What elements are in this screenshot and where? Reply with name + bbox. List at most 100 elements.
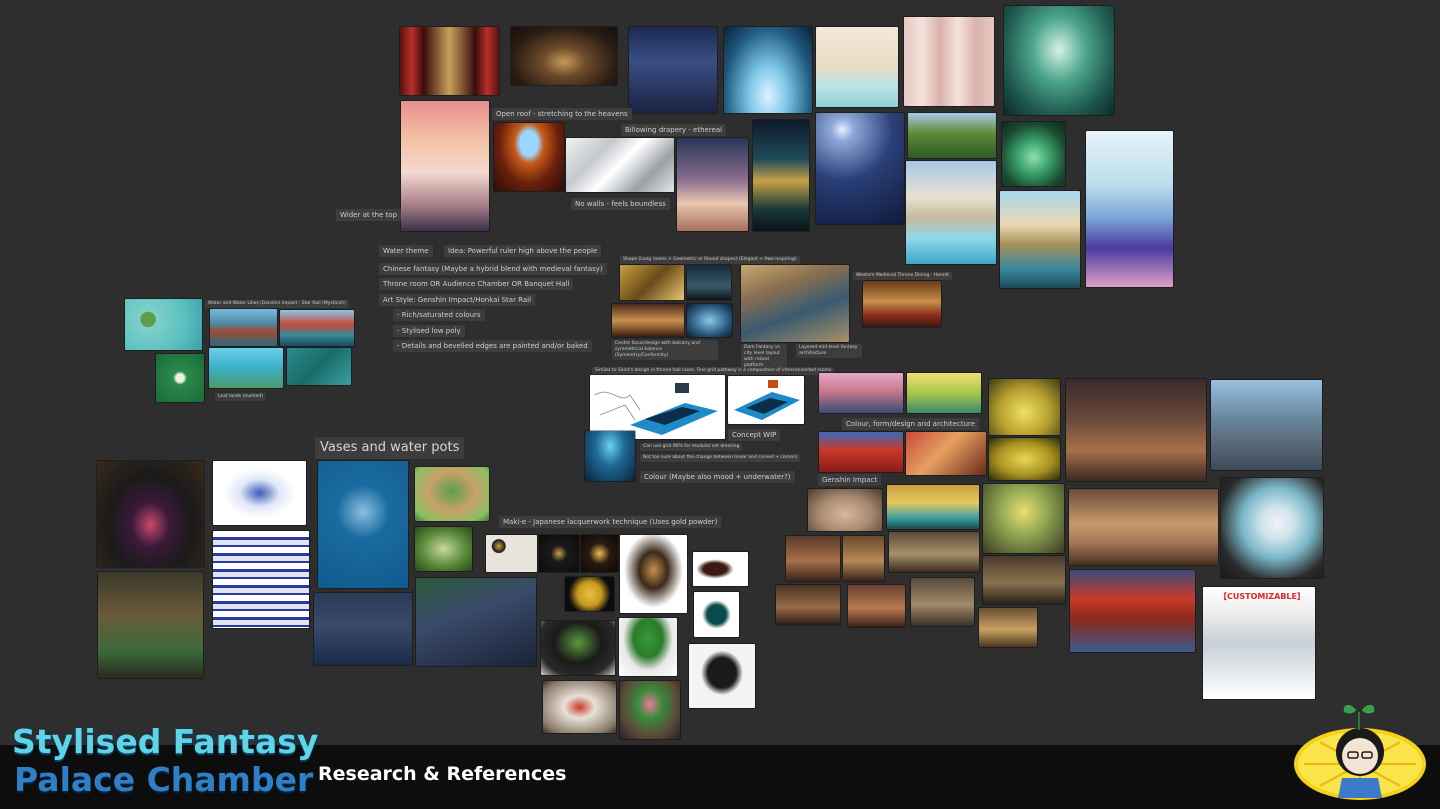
title-line-1: Stylised Fantasy — [12, 722, 319, 761]
wood-room-h-image — [979, 608, 1037, 647]
note-leaf-lands: Leaf lands (marked) — [215, 393, 267, 401]
painted-fishbowl-image — [620, 535, 687, 613]
moonlit-ruins-image — [816, 113, 904, 224]
gold-room-2-image — [989, 438, 1060, 480]
golden-pool-room-image — [887, 485, 979, 529]
wood-room-a-image — [786, 536, 840, 581]
lacquer-bowl-image — [539, 535, 579, 572]
floating-island-poster-image — [1086, 131, 1173, 287]
note-concept-wip: Concept WIP — [728, 429, 781, 441]
blue-chamber-image — [687, 304, 732, 337]
wood-room-d-image — [983, 556, 1065, 604]
black-planter-bowl-image — [541, 621, 615, 675]
note-colour-form: Colour, form/design and architecture — [842, 418, 980, 430]
note-concept-caption: Similar to Saint's design in throne hall… — [592, 367, 835, 375]
star-rail-courtyard-image — [1211, 380, 1322, 470]
blue-white-pot-image — [213, 461, 306, 525]
red-pillar-hall-image — [1070, 570, 1195, 652]
black-cloisonne-vase-image — [97, 461, 204, 567]
note-city-caption2: Layered mid-level fantasy architecture — [796, 344, 862, 358]
red-palace-hall-image — [400, 27, 499, 95]
golden-hall-image — [620, 265, 684, 300]
note-wider-top: Wider at the top — [336, 209, 402, 221]
round-platform-image — [808, 489, 882, 531]
note-maki-e: Maki-e - Japanese lacquerwork technique … — [499, 516, 722, 528]
banquet-hall-image — [612, 304, 684, 337]
star-rail-girl-pot-image — [98, 572, 203, 678]
green-lit-room-image — [983, 484, 1064, 553]
yellow-green-city-image — [907, 373, 981, 413]
green-circular-garden-image — [1002, 122, 1065, 186]
folding-screen-product-image — [1203, 587, 1315, 699]
moodboard-canvas: Open roof - stretching to the heavens Bi… — [0, 0, 1440, 745]
wood-hall-image — [1069, 489, 1218, 565]
lotus-blue-print-image — [318, 461, 408, 588]
gold-lit-pillars-image — [753, 120, 809, 231]
note-details-edges: - Details and bevelled edges are painted… — [393, 340, 592, 352]
star-rail-room-image — [1066, 379, 1206, 481]
white-pool-hall-image — [816, 27, 898, 107]
note-water-lilies: Water and Water Lilies (Genshin impact -… — [205, 300, 349, 308]
note-vases: Vases and water pots — [315, 437, 465, 459]
wood-room-f-image — [848, 585, 905, 627]
teal-water-lilies-image — [287, 348, 351, 385]
floral-bowl-image — [543, 681, 616, 733]
gold-room-1-image — [989, 379, 1060, 435]
mascot-logo-icon — [1294, 704, 1426, 800]
genshin-water-scene-2-image — [280, 310, 354, 346]
note-water-theme: Water theme — [379, 245, 433, 257]
note-colour-mood: Colour (Maybe also mood + underwater?) — [640, 471, 795, 483]
dark-arched-hall-image — [511, 27, 617, 85]
genshin-water-scene-1-image — [210, 309, 277, 346]
wood-room-e-image — [776, 585, 840, 625]
note-art-style: Art Style: Genshin Impact/Honkai Star Ra… — [379, 294, 536, 306]
green-fantasy-palace-image — [1004, 6, 1114, 115]
wood-stand-small-image — [693, 552, 748, 586]
glazed-green-bowl-image — [415, 527, 472, 571]
note-can-use-grid: Can use grid 90% for modular set dressin… — [640, 443, 743, 451]
note-shape-caption: Centre focus/design with balcony and sym… — [612, 340, 718, 360]
garden-water-pot-image — [415, 467, 489, 521]
pink-columns-image — [904, 17, 994, 106]
blue-pattern-border-image — [213, 531, 309, 628]
note-shape: Shape (Long rooms + Geometric or Round s… — [620, 256, 800, 264]
concept-sketch-drawing — [594, 383, 718, 435]
note-rich-colours: - Rich/saturated colours — [393, 309, 485, 321]
genshin-pool-scene-image — [209, 348, 283, 388]
note-genshin: Genshin Impact — [818, 474, 882, 486]
customizable-badge: 【CUSTOMIZABLE】 — [1219, 592, 1305, 601]
note-stylised-low-poly: - Stylised low poly — [393, 325, 465, 337]
dark-throne-image — [687, 265, 731, 300]
note-chinese-fantasy: Chinese fantasy (Maybe a hybrid blend wi… — [379, 263, 607, 275]
lacquer-plates-image — [486, 535, 537, 572]
lotus-plant-pot-image — [619, 618, 677, 676]
gold-lacquer-plate-image — [581, 535, 618, 572]
moonlit-drapery-room-image — [677, 138, 748, 231]
lotus-in-pot-image — [620, 681, 680, 739]
lotus-palace-sunset-image — [401, 101, 489, 231]
concept-render-image — [728, 376, 804, 424]
concept-render-drawing — [734, 380, 800, 420]
concept-sketch-image — [590, 375, 725, 439]
wood-room-c-image — [889, 532, 979, 572]
blue-concept-room-image — [585, 431, 635, 481]
note-no-walls: No walls - feels boundless — [571, 198, 670, 210]
red-temple-interior-image — [906, 432, 986, 475]
game-pool-screenshot-2-image — [416, 578, 536, 666]
gothic-cathedral-image — [629, 27, 717, 113]
red-chinese-building-image — [819, 432, 903, 472]
teal-stand-image — [694, 592, 739, 637]
fantasy-city-layout-image — [741, 265, 849, 342]
lotus-flower-image — [156, 354, 204, 402]
lily-pad-painting-image — [125, 299, 202, 350]
note-idea: Idea: Powerful ruler high above the peop… — [444, 245, 602, 257]
game-pool-screenshot-1-image — [314, 593, 412, 665]
title-line-2: Palace Chamber — [14, 760, 314, 799]
gingko-lacquer-image — [565, 577, 614, 611]
fantasy-city-waterfall-image — [1000, 191, 1080, 288]
plum-blossom-screen-image — [1221, 478, 1323, 578]
sunset-floating-city-image — [819, 373, 903, 413]
note-western-throne: Western Medieval Throne Dining - Hermit — [853, 272, 953, 280]
white-drapery-hall-image — [566, 138, 674, 192]
open-roof-dome-image — [494, 123, 564, 191]
